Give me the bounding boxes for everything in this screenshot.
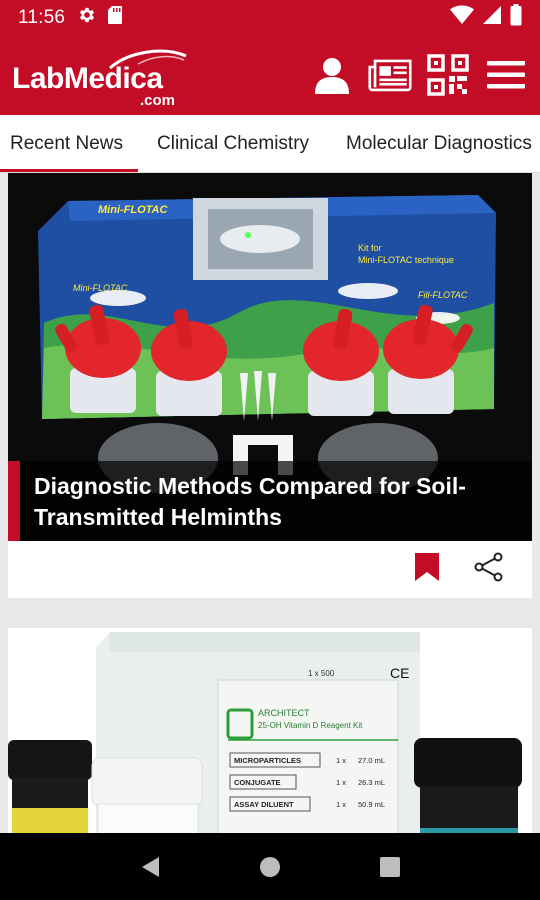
- news-feed[interactable]: Mini-FLOTAC Kit for Mini-FLOTAC techniqu…: [0, 173, 540, 833]
- image-row3-name: ASSAY DILUENT: [234, 800, 294, 809]
- image-kit-line1: Kit for: [358, 243, 382, 253]
- tab-molecular-diagnostics[interactable]: Molecular Diagnostics: [328, 115, 532, 172]
- image-product-text: 25-OH Vitamin D Reagent Kit: [258, 721, 363, 730]
- status-time: 11:56: [18, 6, 66, 28]
- image-row2-qty: 1 x: [336, 778, 346, 787]
- tab-clinical-chemistry[interactable]: Clinical Chemistry: [138, 115, 328, 172]
- wifi-icon: [450, 5, 474, 30]
- menu-icon[interactable]: [484, 53, 528, 97]
- logo-text: LabMedica: [12, 62, 163, 95]
- article-title[interactable]: Diagnostic Methods Compared for Soil-Tra…: [34, 471, 518, 533]
- image-row1-qty: 1 x: [336, 756, 346, 765]
- status-bar: 11:56: [0, 0, 540, 35]
- back-icon[interactable]: [128, 845, 172, 889]
- image-row3-vol: 50.9 mL: [358, 800, 385, 809]
- image-count-text: 1 x 500: [308, 669, 335, 678]
- article-image[interactable]: 1 x 500 CE ARCHITECT 25-OH Vitamin D Rea…: [8, 628, 532, 833]
- sd-card-icon: [107, 5, 123, 30]
- article-image[interactable]: Mini-FLOTAC Kit for Mini-FLOTAC techniqu…: [8, 173, 532, 541]
- image-kit-line2: Mini-FLOTAC technique: [358, 255, 454, 265]
- tab-recent-news[interactable]: Recent News: [0, 115, 138, 172]
- gear-icon: [77, 5, 97, 30]
- image-brand-text-archi: ARCHITECT: [258, 708, 310, 718]
- qr-code-icon[interactable]: [426, 53, 470, 97]
- user-icon[interactable]: [310, 53, 354, 97]
- logo-subtext: .com: [140, 92, 176, 109]
- image-brand-text-2: Mini-FLOTAC: [73, 283, 128, 293]
- image-row1-name: MICROPARTICLES: [234, 756, 301, 765]
- recents-icon[interactable]: [368, 845, 412, 889]
- image-row2-vol: 26.3 mL: [358, 778, 385, 787]
- category-tabs: Recent News Clinical Chemistry Molecular…: [0, 115, 540, 173]
- article-card[interactable]: Mini-FLOTAC Kit for Mini-FLOTAC techniqu…: [8, 173, 532, 598]
- system-nav-bar: [0, 833, 540, 900]
- image-row3-qty: 1 x: [336, 800, 346, 809]
- image-side-brand: Fill-FLOTAC: [418, 290, 468, 300]
- newspaper-icon[interactable]: [368, 53, 412, 97]
- battery-icon: [510, 4, 522, 31]
- image-row1-vol: 27.0 mL: [358, 756, 385, 765]
- article-card[interactable]: 1 x 500 CE ARCHITECT 25-OH Vitamin D Rea…: [8, 628, 532, 833]
- signal-icon: [482, 5, 502, 30]
- share-icon[interactable]: [474, 552, 504, 587]
- bookmark-icon[interactable]: [414, 552, 440, 587]
- article-actions: [8, 541, 532, 598]
- home-icon[interactable]: [248, 845, 292, 889]
- article-caption[interactable]: Diagnostic Methods Compared for Soil-Tra…: [8, 461, 532, 541]
- labmedica-logo[interactable]: LabMedica .com: [12, 42, 192, 109]
- image-row2-name: CONJUGATE: [234, 778, 281, 787]
- app-bar: LabMedica .com: [0, 35, 540, 115]
- image-ce-mark: CE: [390, 665, 409, 681]
- image-brand-text: Mini-FLOTAC: [98, 204, 168, 216]
